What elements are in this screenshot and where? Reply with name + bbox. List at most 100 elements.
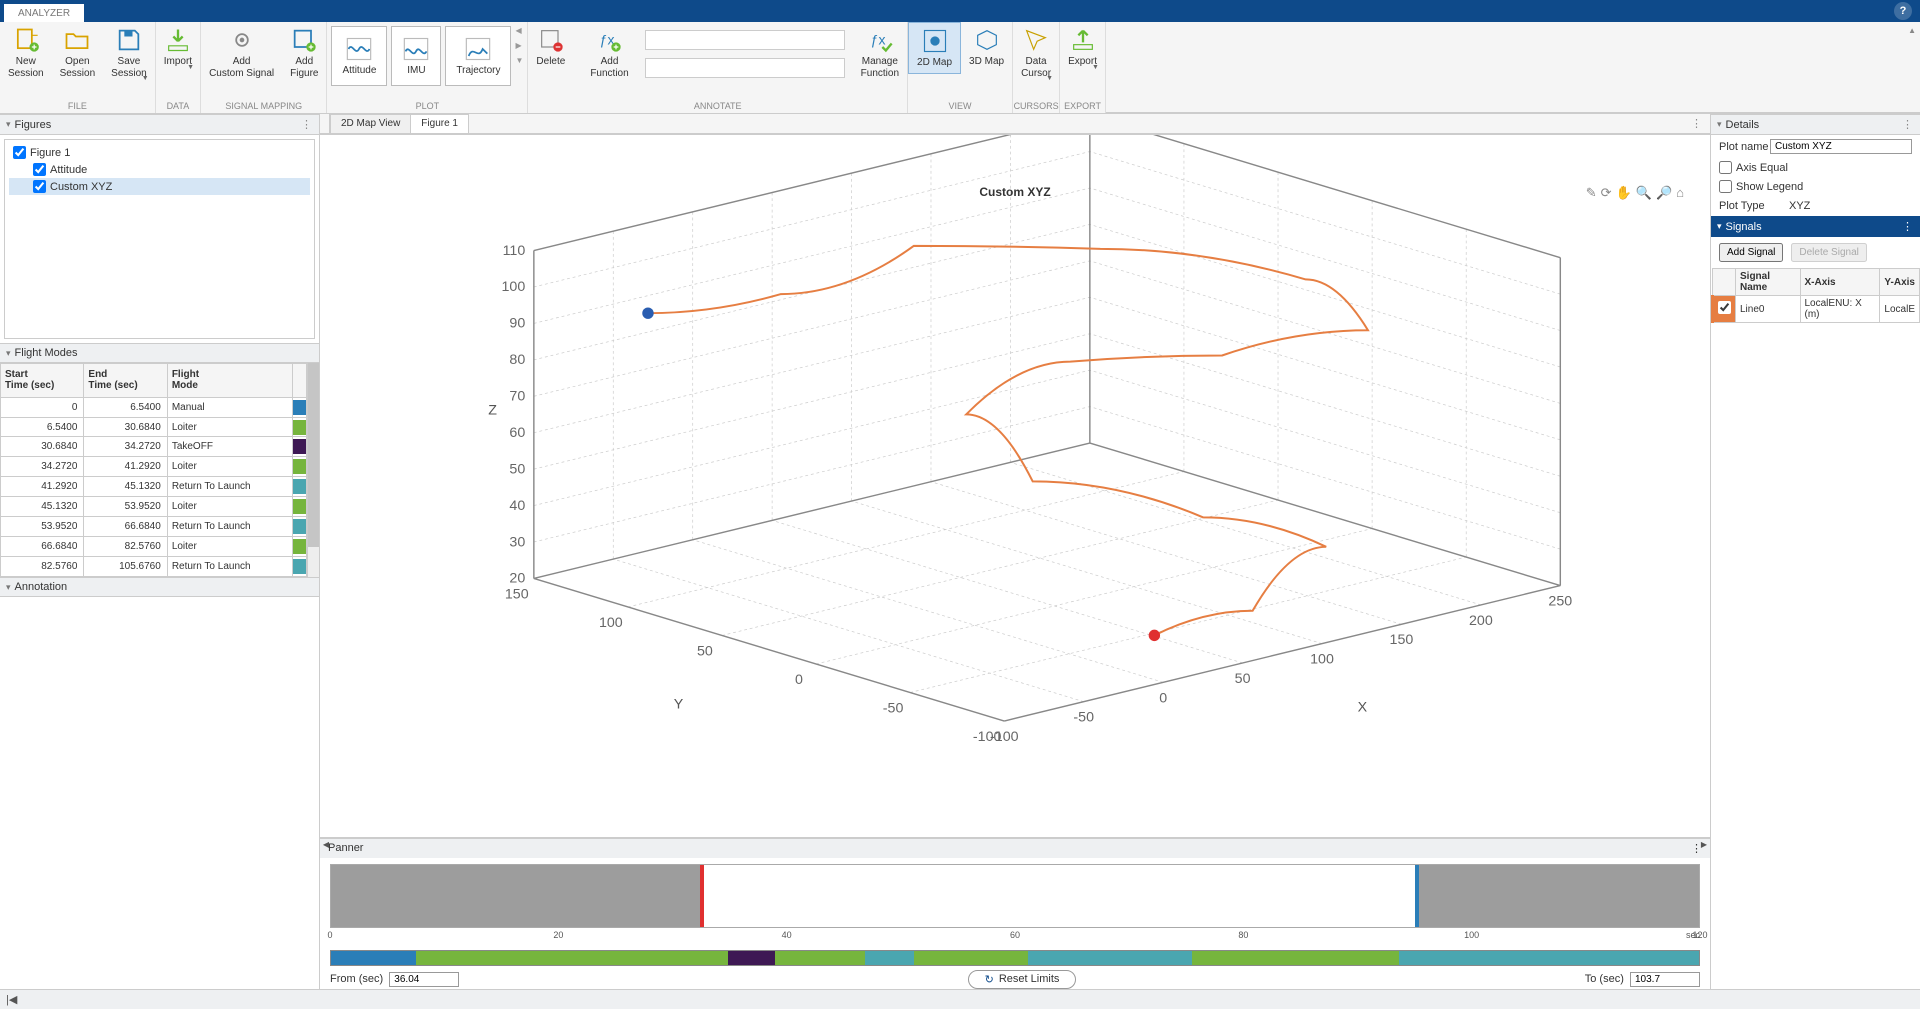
axis-equal-checkbox[interactable] [1719,161,1732,174]
signal-checkbox[interactable] [1718,301,1731,314]
svg-text:0: 0 [1159,690,1167,706]
svg-text:80: 80 [509,352,525,368]
table-row[interactable]: 66.684082.5760Loiter [1,537,307,557]
color-swatch [293,417,307,437]
table-row[interactable]: 06.5400Manual [1,397,307,417]
add-custom-signal-button[interactable]: Add Custom Signal [201,22,282,83]
panner-handle-left[interactable] [700,865,704,927]
3d-map-button[interactable]: 3D Map [961,22,1012,72]
plot-attitude-button[interactable]: Attitude [331,26,387,86]
panner-tick: 20 [553,930,563,940]
reset-limits-button[interactable]: ↻ Reset Limits [968,970,1077,989]
to-input[interactable] [1630,972,1700,987]
add-function-label: Add Function [590,56,628,79]
add-figure-button[interactable]: Add Figure [282,22,326,83]
panner-title: Panner [328,842,363,855]
horizontal-scrollbar[interactable]: ◀ ▶ [320,837,1710,838]
open-session-label: Open Session [60,56,96,79]
new-session-button[interactable]: New Session [0,22,52,83]
table-row[interactable]: 45.132053.9520Loiter [1,497,307,517]
save-icon [115,26,143,54]
details-panel-header[interactable]: ▾ Details ⋮ [1711,114,1920,135]
plot-area[interactable]: Custom XYZ ✎ ⟳ ✋ 🔍 🔎 ⌂ 11010090807060504… [320,135,1710,837]
show-legend-checkbox[interactable] [1719,180,1732,193]
plot-imu-button[interactable]: IMU [391,26,441,86]
tree-checkbox[interactable] [33,163,46,176]
data-cursor-button[interactable]: Data Cursor ▼ [1013,22,1059,83]
zoom-out-icon[interactable]: 🔎 [1656,185,1672,201]
scroll-left-icon[interactable]: ◀ [320,838,332,852]
scroll-right-icon[interactable]: ▶ [1698,838,1710,852]
back-icon[interactable]: |◀ [6,993,17,1006]
svg-text:50: 50 [697,643,713,659]
table-row[interactable]: 53.952066.6840Return To Launch [1,517,307,537]
save-session-button[interactable]: Save Session ▼ [103,22,155,83]
add-signal-label: Add Custom Signal [209,56,274,79]
kebab-icon[interactable]: ⋮ [1902,220,1914,233]
panner-handle-right[interactable] [1415,865,1419,927]
2d-map-button[interactable]: 2D Map [908,22,961,74]
tab-2d-map-view[interactable]: 2D Map View [330,114,411,133]
brush-icon[interactable]: ✎ [1586,185,1597,201]
chevron-down-icon[interactable]: ▼ [515,56,523,65]
chevron-down-icon: ▼ [187,64,194,71]
start-cell: 66.6840 [1,537,84,557]
table-row[interactable]: 6.540030.6840Loiter [1,417,307,437]
add-signal-button[interactable]: Add Signal [1719,243,1783,262]
kebab-icon[interactable]: ⋮ [1683,114,1710,133]
panner-tick: 40 [782,930,792,940]
chevron-left-icon[interactable]: ◀ [515,26,523,35]
manage-function-button[interactable]: ƒx Manage Function [853,22,907,83]
signals-panel-header[interactable]: ▾ Signals ⋮ [1711,216,1920,237]
figures-title: Figures [15,119,52,131]
end-cell: 82.5760 [84,537,167,557]
figures-panel-header[interactable]: ▾ Figures ⋮ [0,114,319,135]
kebab-icon[interactable]: ⋮ [1902,118,1914,131]
annotate-input-2[interactable] [645,58,845,78]
tree-item[interactable]: Attitude [9,161,310,178]
group-export-label: EXPORT [1060,101,1105,113]
attitude-icon [345,35,373,63]
delete-button[interactable]: Delete [528,22,573,72]
plotname-input[interactable] [1770,139,1912,154]
table-row[interactable]: 82.5760105.6760Return To Launch [1,557,307,577]
table-row[interactable]: 30.684034.2720TakeOFF [1,437,307,457]
ribbon-collapse-icon[interactable]: ▲ [1908,26,1916,35]
flightmodes-panel-header[interactable]: ▾ Flight Modes [0,343,319,363]
annotate-input[interactable] [645,30,845,50]
reset-icon: ↻ [985,973,994,986]
tree-checkbox[interactable] [13,146,26,159]
panner-track[interactable] [330,864,1700,928]
signals-table: Signal NameX-AxisY-AxisLine0LocalENU: X … [1711,268,1920,323]
open-session-button[interactable]: Open Session [52,22,104,83]
chevron-right-icon[interactable]: ▶ [515,41,523,50]
tree-item[interactable]: Figure 1 [9,144,310,161]
export-button[interactable]: Export ▼ [1060,22,1105,72]
tree-item[interactable]: Custom XYZ [9,178,310,195]
scrollbar-thumb[interactable] [308,363,319,547]
add-function-button[interactable]: ƒx Add Function [582,22,636,83]
from-input[interactable] [389,972,459,987]
home-icon[interactable]: ⌂ [1676,185,1684,201]
annotation-panel-header[interactable]: ▾ Annotation [0,577,319,597]
tab-figure-1[interactable]: Figure 1 [410,114,469,133]
panner-tick: 100 [1464,930,1479,940]
pan-icon[interactable]: ✋ [1616,185,1632,201]
import-button[interactable]: Import ▼ [156,22,200,72]
tree-checkbox[interactable] [33,180,46,193]
chevron-down-icon: ▼ [142,75,149,82]
table-row[interactable]: 34.272041.2920Loiter [1,457,307,477]
zoom-in-icon[interactable]: 🔍 [1636,185,1652,201]
plot-trajectory-button[interactable]: Trajectory [445,26,511,86]
help-icon[interactable]: ? [1894,2,1912,20]
signal-y: LocalE [1880,296,1920,323]
kebab-icon[interactable]: ⋮ [301,118,313,131]
rotate-icon[interactable]: ⟳ [1601,185,1612,201]
signal-row[interactable]: Line0LocalENU: X (m)LocalE [1713,296,1920,323]
svg-text:Y: Y [674,697,684,713]
table-row[interactable]: 41.292045.1320Return To Launch [1,477,307,497]
annotation-title: Annotation [15,581,68,593]
tab-analyzer[interactable]: ANALYZER [4,4,84,22]
app-tabbar: ANALYZER ? [0,0,1920,22]
color-swatch [293,537,307,557]
